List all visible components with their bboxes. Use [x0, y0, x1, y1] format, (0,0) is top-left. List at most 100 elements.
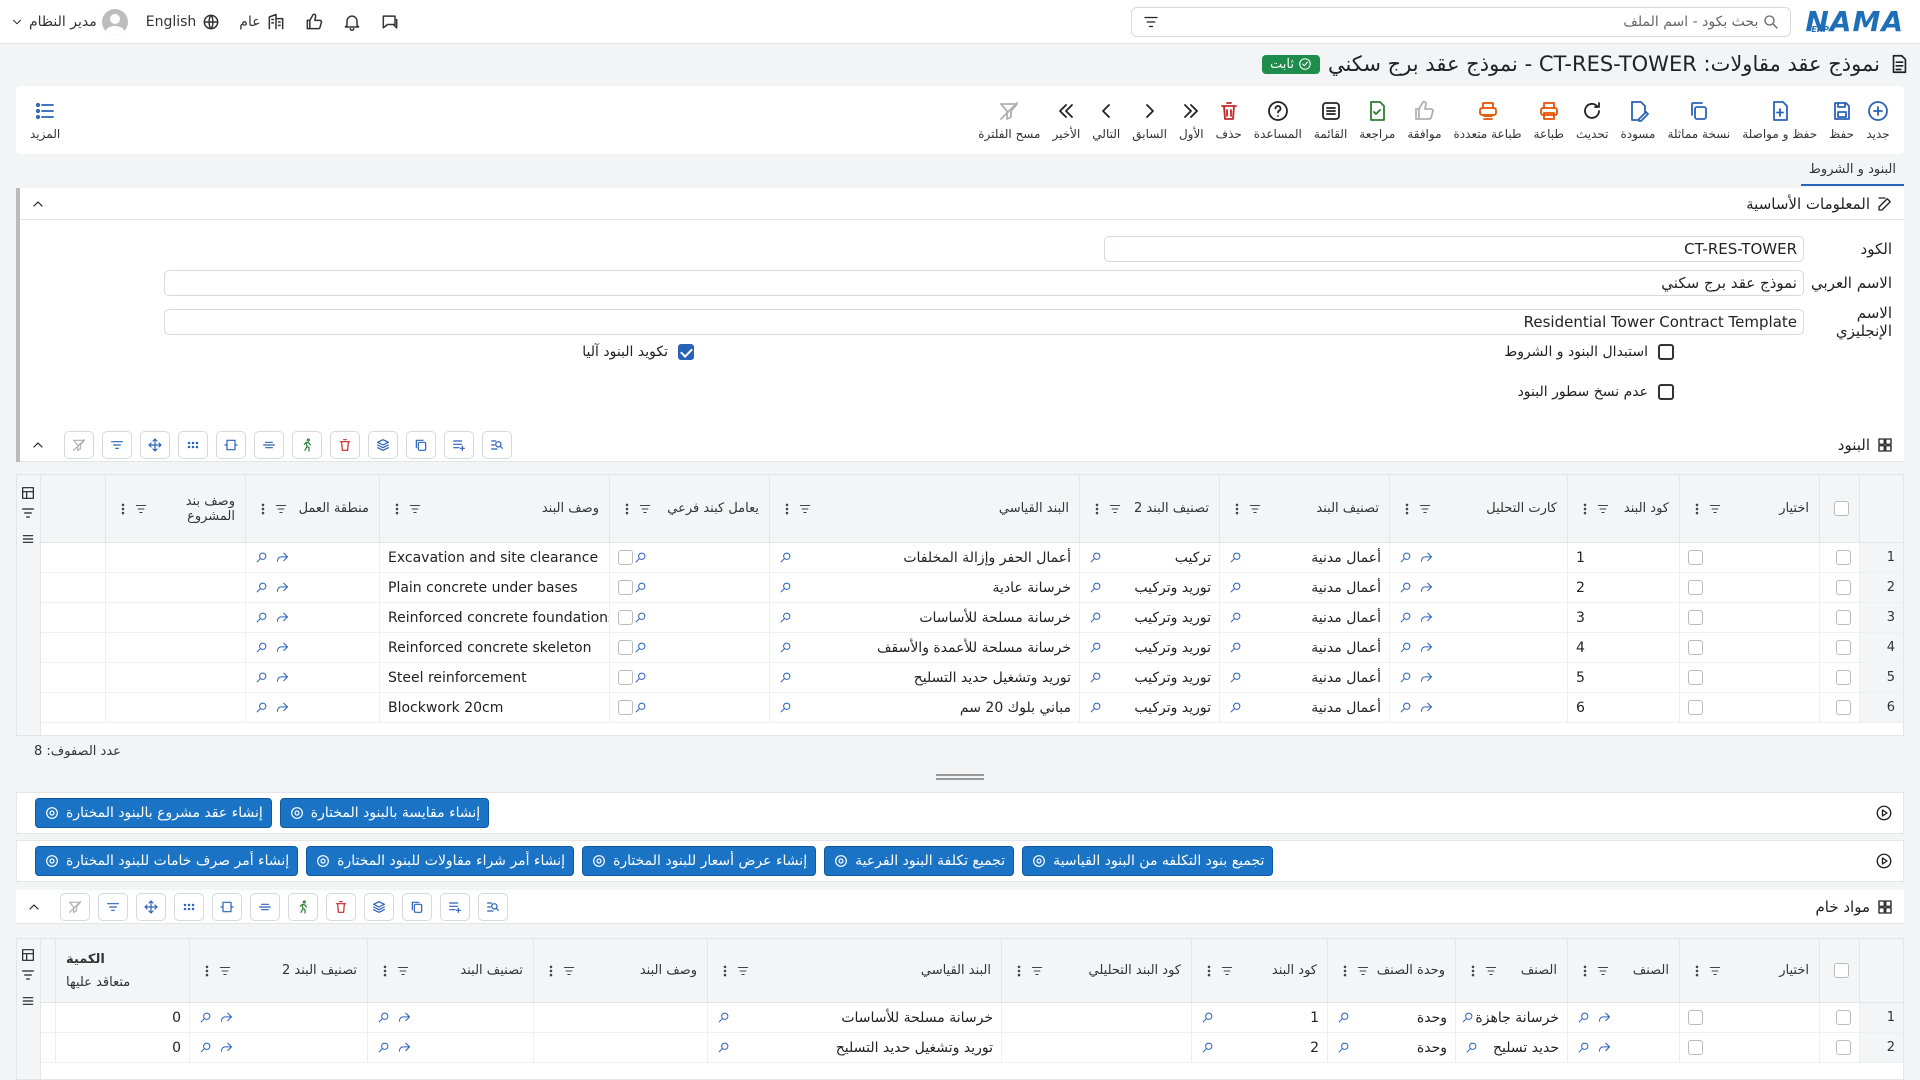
row-checkbox[interactable] [1836, 1040, 1851, 1055]
replace-terms-row[interactable]: استبدال البنود و الشروط [1504, 344, 1674, 360]
share-icon[interactable] [1419, 640, 1434, 655]
lookup-icon[interactable] [254, 700, 269, 715]
row-checkbox-cell[interactable] [1819, 543, 1859, 572]
app-logo[interactable]: NAMA ERP [1805, 6, 1904, 37]
item-code[interactable]: 1 [1191, 1003, 1327, 1032]
grid-tool-filter-lines[interactable] [102, 430, 132, 459]
select-all-header[interactable] [1819, 939, 1859, 1002]
item-category[interactable]: أعمال مدنية [1219, 603, 1389, 632]
item-category[interactable] [367, 1033, 533, 1062]
lookup-icon[interactable] [254, 550, 269, 565]
toolbar-review-button[interactable]: مراجعة [1353, 99, 1401, 141]
grid-tool-split[interactable] [250, 892, 280, 921]
table-row[interactable]: 4 4 أعمال مدنية توريد وتركيب خرسانة مسلحة لل… [17, 633, 1903, 663]
share-icon[interactable] [219, 1010, 234, 1025]
row-checkbox-cell[interactable] [1819, 1003, 1859, 1032]
share-icon[interactable] [275, 640, 290, 655]
lookup-icon[interactable] [1228, 700, 1243, 715]
action-button[interactable]: إنشاء أمر صرف خامات للبنود المختارة [35, 846, 299, 876]
share-icon[interactable] [1419, 550, 1434, 565]
scope-selector[interactable]: عام [239, 12, 285, 32]
sub-item-flag[interactable] [609, 603, 769, 632]
column-header[interactable]: وحدة الصنف [1327, 939, 1455, 1002]
select-cell[interactable] [1679, 543, 1819, 572]
toolbar-last-button[interactable]: الأخير [1046, 99, 1086, 141]
item-description[interactable] [533, 1003, 707, 1032]
grid-tool-move[interactable] [140, 430, 170, 459]
toolbar-help-button[interactable]: المساعدة [1248, 99, 1308, 141]
table-row[interactable]: 5 5 أعمال مدنية توريد وتركيب توريد وتشغيل حد… [17, 663, 1903, 693]
analysis-card[interactable] [1389, 663, 1567, 692]
lookup-icon[interactable] [1088, 610, 1103, 625]
select-all-checkbox[interactable] [1834, 963, 1849, 978]
project-item-desc[interactable] [105, 633, 245, 662]
lookup-icon[interactable] [778, 550, 793, 565]
analysis-card[interactable] [1389, 573, 1567, 602]
columns-icon[interactable] [20, 947, 36, 963]
table-row[interactable]: 1 1 أعمال مدنية تركيب أعمال الحفر وإزالة الم… [17, 543, 1903, 573]
table-row[interactable]: 2 2 أعمال مدنية توريد وتركيب خرسانة عادية Pla… [17, 573, 1903, 603]
work-area[interactable] [245, 603, 379, 632]
table-row[interactable]: 6 6 أعمال مدنية توريد وتركيب مباني بلوك 20 س… [17, 693, 1903, 723]
toolbar-trash-button[interactable]: حذف [1210, 99, 1248, 141]
toolbar-plus-circle-button[interactable]: جديد [1860, 99, 1896, 141]
item-category-2[interactable]: توريد وتركيب [1079, 693, 1219, 722]
project-item-desc[interactable] [105, 603, 245, 632]
item-category[interactable]: أعمال مدنية [1219, 573, 1389, 602]
row-checkbox[interactable] [1836, 550, 1851, 565]
column-header[interactable]: منطقة العمل [245, 475, 379, 542]
lookup-icon[interactable] [1228, 640, 1243, 655]
qty-cell[interactable]: 0 [55, 1033, 189, 1062]
grid-tool-duplicate[interactable] [406, 430, 436, 459]
lookup-icon[interactable] [1088, 550, 1103, 565]
share-icon[interactable] [1419, 670, 1434, 685]
auto-code-checkbox[interactable] [678, 344, 694, 360]
resize-handle[interactable] [936, 774, 984, 780]
column-header[interactable]: تصنيف البند [367, 939, 533, 1002]
row-checkbox-cell[interactable] [1819, 603, 1859, 632]
thumbs-up-icon[interactable] [304, 12, 324, 32]
analysis-card[interactable] [1389, 543, 1567, 572]
toolbar-save-continue-button[interactable]: حفظ و مواصلة [1736, 99, 1823, 141]
toolbar-next-button[interactable]: التالي [1086, 99, 1126, 141]
column-header[interactable]: البند القياسي [769, 475, 1079, 542]
item-lookup[interactable] [1567, 1033, 1679, 1062]
standard-item[interactable]: أعمال الحفر وإزالة المخلفات [769, 543, 1079, 572]
grid-tool-move[interactable] [136, 892, 166, 921]
sub-item-flag[interactable] [609, 633, 769, 662]
lookup-icon[interactable] [1228, 550, 1243, 565]
work-area[interactable] [245, 693, 379, 722]
lookup-icon[interactable] [1460, 1010, 1475, 1025]
row-checkbox-cell[interactable] [1819, 663, 1859, 692]
select-cell[interactable] [1679, 633, 1819, 662]
lookup-icon[interactable] [633, 670, 648, 685]
action-button[interactable]: إنشاء مقايسة بالبنود المختارة [279, 798, 490, 828]
column-header[interactable]: الصنف [1567, 939, 1679, 1002]
row-checkbox[interactable] [1836, 580, 1851, 595]
no-copy-row[interactable]: عدم نسخ سطور البنود [1518, 384, 1674, 400]
column-header[interactable]: كارت التحليل [1389, 475, 1567, 542]
analysis-card[interactable] [1389, 693, 1567, 722]
lookup-icon[interactable] [1576, 1040, 1591, 1055]
lookup-icon[interactable] [1088, 670, 1103, 685]
grid-tool-apps[interactable] [174, 892, 204, 921]
grid-tool-split[interactable] [254, 430, 284, 459]
lookup-icon[interactable] [633, 610, 648, 625]
project-item-desc[interactable] [105, 573, 245, 602]
grid-tool-resize[interactable] [216, 430, 246, 459]
search-box[interactable]: بحث بكود - اسم الملف [1131, 6, 1792, 37]
standard-item[interactable]: خرسانة مسلحة للأساسات [707, 1003, 1001, 1032]
share-icon[interactable] [1419, 700, 1434, 715]
search-field[interactable]: بحث بكود - اسم الملف [1623, 13, 1780, 31]
chat-icon[interactable] [380, 12, 400, 32]
search-filter-icon[interactable] [1142, 13, 1160, 31]
select-checkbox[interactable] [1688, 550, 1703, 565]
row-checkbox[interactable] [1836, 610, 1851, 625]
item-category-2[interactable]: توريد وتركيب [1079, 633, 1219, 662]
item-name[interactable]: حديد تسليح [1455, 1033, 1567, 1062]
select-cell[interactable] [1679, 573, 1819, 602]
sub-item-checkbox[interactable] [618, 670, 633, 685]
grid-tool-runner[interactable] [292, 430, 322, 459]
toolbar-prev-button[interactable]: السابق [1126, 99, 1173, 141]
select-checkbox[interactable] [1688, 580, 1703, 595]
